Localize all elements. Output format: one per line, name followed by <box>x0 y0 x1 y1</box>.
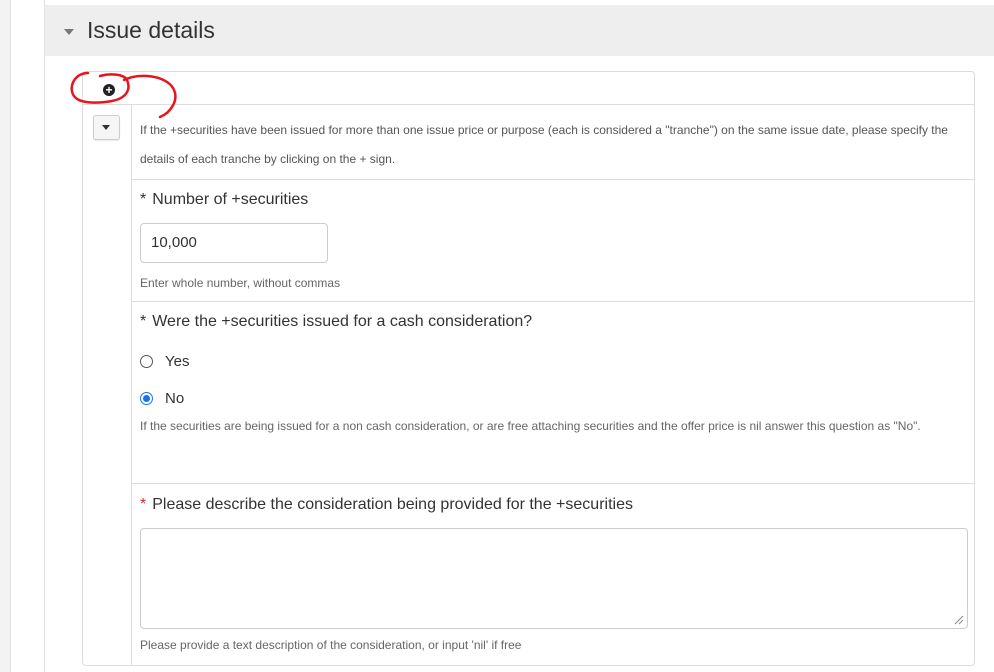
number-help-text: Enter whole number, without commas <box>140 276 341 290</box>
radio-option-yes[interactable]: Yes <box>140 351 189 371</box>
radio-button-no[interactable] <box>140 391 153 405</box>
question-text: Were the +securities issued for a cash c… <box>152 313 533 330</box>
required-marker: * <box>140 191 147 208</box>
number-of-securities-input[interactable]: 10,000 <box>140 223 328 263</box>
resize-handle-icon[interactable] <box>954 615 964 625</box>
radio-option-no[interactable]: No <box>140 388 184 408</box>
tranche-intro-text: If the +securities have been issued for … <box>140 123 948 166</box>
field-divider <box>132 483 974 484</box>
consideration-description-textarea[interactable] <box>140 528 968 629</box>
collapse-tranche-button[interactable] <box>93 115 120 140</box>
radio-label-yes: Yes <box>165 352 190 370</box>
caret-down-icon[interactable] <box>64 29 74 35</box>
add-tranche-button[interactable]: + <box>98 80 120 100</box>
consideration-help-text: Please provide a text description of the… <box>140 638 522 652</box>
panel-inner-divider <box>131 105 132 665</box>
left-gutter <box>0 0 11 672</box>
label-text: Number of +securities <box>152 191 309 208</box>
radio-button-yes[interactable] <box>140 354 153 368</box>
radio-label-no: No <box>165 389 185 407</box>
cash-consideration-question: * Were the +securities issued for a cash … <box>140 313 532 331</box>
section-title: Issue details <box>87 17 215 43</box>
required-marker: * <box>140 313 147 330</box>
field-divider <box>132 301 974 302</box>
label-text: Please describe the consideration being … <box>152 496 633 513</box>
panel-divider <box>83 104 974 105</box>
tranche-panel: + If the +securities have been issued fo… <box>82 71 975 666</box>
plus-circle-icon: + <box>103 84 115 96</box>
caret-down-icon <box>102 125 110 130</box>
field-divider <box>132 179 974 180</box>
section-header[interactable]: Issue details <box>45 5 994 56</box>
cash-consideration-help-text: If the securities are being issued for a… <box>140 419 921 433</box>
left-divider <box>44 0 45 672</box>
number-of-securities-label: * Number of +securities <box>140 191 308 209</box>
required-marker: * <box>140 496 147 513</box>
consideration-description-label: * Please describe the consideration being… <box>140 496 633 514</box>
